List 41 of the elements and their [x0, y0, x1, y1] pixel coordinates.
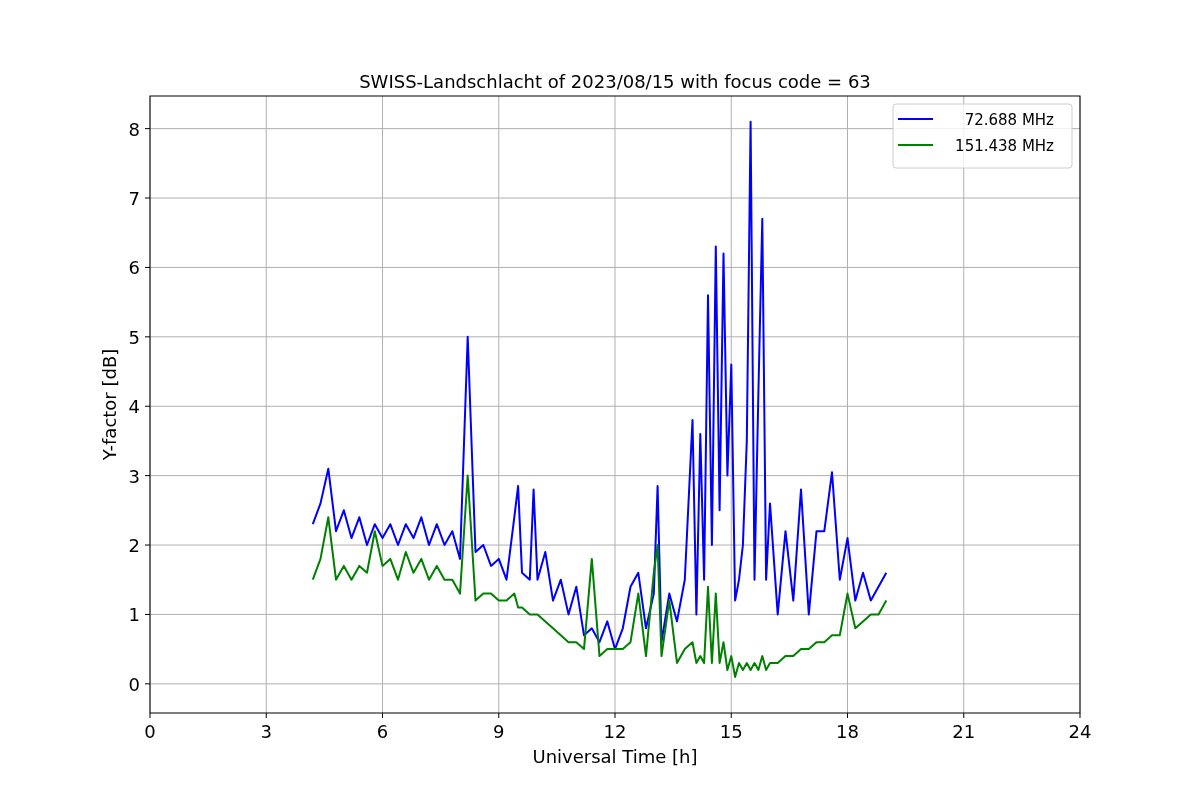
y-tick-mark [144, 405, 151, 407]
y-tick-label: 3 [128, 465, 140, 487]
x-tick-mark [498, 712, 500, 719]
x-axis-label: Universal Time [h] [532, 746, 698, 767]
x-tick-mark [847, 712, 848, 719]
y-tick-label: 8 [128, 118, 140, 140]
y-tick-label: 5 [128, 326, 140, 348]
y-tick-mark [144, 544, 151, 546]
x-tick-label: 3 [260, 721, 272, 742]
y-tick-mark [144, 475, 151, 477]
x-tick-label: 12 [603, 721, 627, 742]
y-tick-label: 4 [128, 396, 140, 418]
y-tick-label: 7 [128, 188, 140, 209]
x-tick-mark [265, 712, 267, 719]
y-tick-label: 2 [128, 535, 140, 557]
y-tick-mark [144, 683, 151, 685]
y-tick-mark [144, 266, 151, 268]
x-tick-mark [149, 712, 151, 719]
chart-title: SWISS-Landschlacht of 2023/08/15 with focus code = 63 [359, 71, 871, 92]
y-tick-mark [144, 613, 151, 615]
legend-label: 151.438 MHz [955, 137, 1054, 155]
legend-label: 72.688 MHz [964, 111, 1054, 129]
x-tick-mark [1079, 712, 1081, 719]
x-tick-label: 15 [719, 721, 743, 742]
x-tick-label: 6 [376, 721, 389, 742]
x-tick-label: 18 [836, 721, 859, 742]
x-tick-label: 0 [144, 721, 156, 742]
y-tick-label: 0 [128, 673, 140, 695]
y-axis-label: Y-factor [dB] [99, 348, 120, 461]
x-tick-mark [730, 712, 732, 719]
y-tick-label: 1 [128, 604, 140, 626]
x-tick-mark [614, 712, 616, 719]
y-tick-mark [144, 197, 151, 199]
x-tick-mark [382, 712, 383, 719]
x-tick-mark [963, 712, 965, 719]
y-tick-mark [144, 336, 151, 338]
x-tick-label: 24 [1068, 721, 1092, 742]
x-tick-label: 21 [952, 721, 976, 742]
y-tick-label: 6 [128, 257, 140, 279]
x-tick-label: 9 [493, 721, 505, 742]
y-tick-mark [144, 128, 151, 130]
